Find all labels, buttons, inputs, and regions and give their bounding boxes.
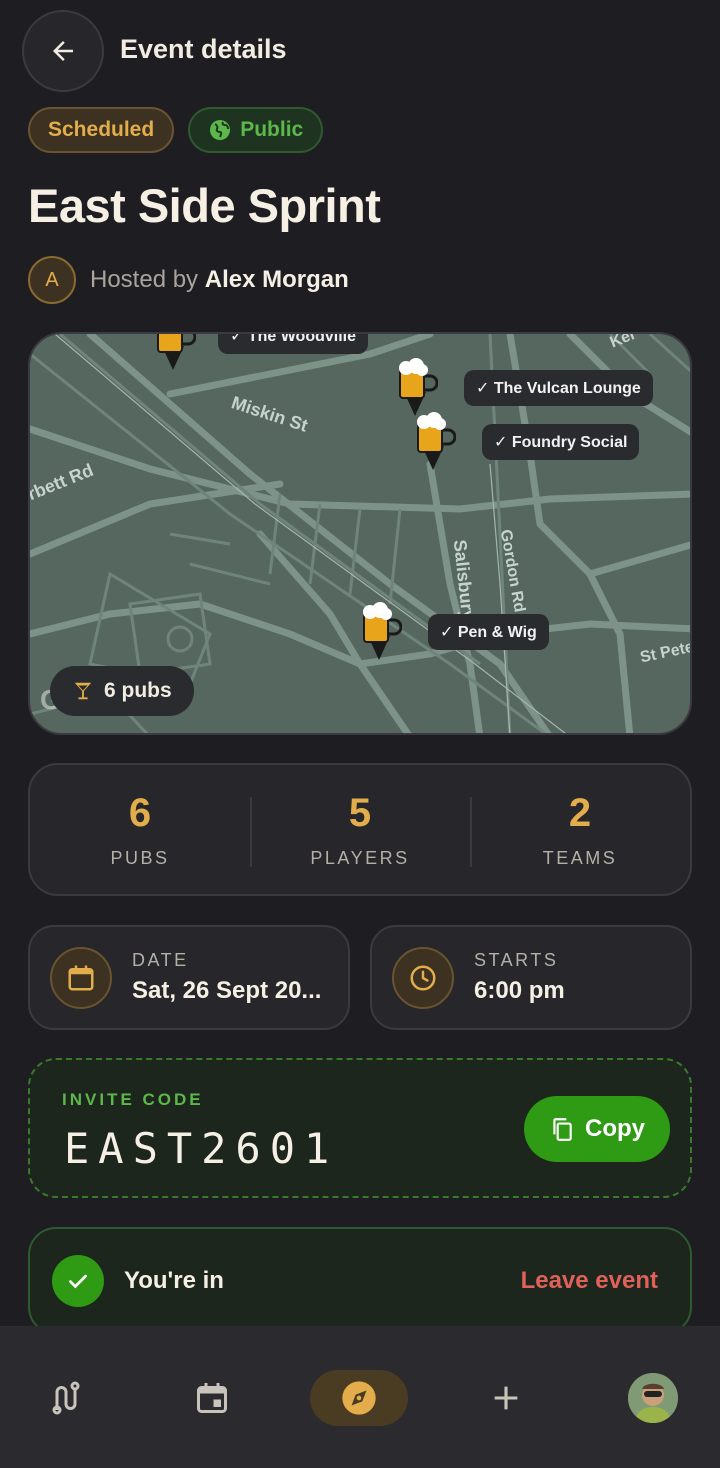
visibility-label: Public: [240, 118, 304, 141]
clock-icon-badge: [392, 946, 454, 1009]
invite-code-label: INVITE CODE: [62, 1090, 204, 1109]
route-icon: [52, 1381, 80, 1415]
top-app-bar: Event details: [0, 0, 720, 100]
nav-explore[interactable]: [310, 1370, 408, 1426]
status-badges: Scheduled Public: [28, 107, 324, 153]
stat-players: 5 PLAYERS: [250, 765, 470, 894]
stat-label: PUBS: [110, 847, 170, 868]
globe-icon: [210, 120, 231, 140]
calendar-icon: [197, 1383, 227, 1413]
calendar-icon: [68, 965, 94, 990]
event-title: East Side Sprint: [28, 179, 381, 232]
date-value: Sat, 26 Sept 20...: [132, 977, 322, 1004]
bottom-navigation: [0, 1326, 720, 1468]
back-button[interactable]: [22, 10, 104, 92]
copy-icon: [553, 1118, 572, 1141]
start-time-card: STARTS 6:00 pm: [370, 925, 692, 1030]
pub-label-pen-wig[interactable]: ✓ Pen & Wig: [428, 614, 549, 650]
host-prefix: Hosted by: [90, 266, 199, 293]
arrow-left-icon: [53, 41, 73, 61]
calendar-icon-badge: [50, 946, 112, 1009]
cocktail-icon: [74, 682, 92, 700]
nav-events[interactable]: [163, 1370, 261, 1426]
beer-pin-icon[interactable]: [150, 332, 196, 370]
beer-pin-icon[interactable]: [392, 356, 438, 416]
starts-label: STARTS: [474, 950, 559, 970]
pub-count-label: 6 pubs: [104, 679, 172, 702]
invite-code-value: EAST2601: [64, 1124, 339, 1173]
nav-routes[interactable]: [17, 1370, 115, 1426]
status-badge: Scheduled: [28, 107, 175, 153]
profile-avatar: [628, 1373, 678, 1423]
leave-event-button[interactable]: Leave event: [521, 1267, 658, 1295]
plus-icon: [494, 1386, 518, 1410]
host-avatar: A: [28, 256, 76, 304]
beer-pin-icon[interactable]: [356, 600, 402, 660]
pub-count-chip: 6 pubs: [50, 666, 194, 716]
pub-label-vulcan-lounge[interactable]: ✓ The Vulcan Lounge: [464, 370, 653, 406]
host-text: Hosted by Alex Morgan: [90, 266, 349, 294]
page-title: Event details: [120, 34, 287, 64]
stat-value: 6: [128, 790, 152, 835]
host-name: Alex Morgan: [204, 266, 349, 293]
check-icon: [52, 1255, 104, 1307]
stats-card: 6 PUBS 5 PLAYERS 2 TEAMS: [28, 763, 692, 896]
nav-create[interactable]: [457, 1370, 555, 1426]
host-row: A Hosted by Alex Morgan: [28, 256, 349, 304]
beer-pin-icon[interactable]: [410, 410, 456, 470]
membership-card: You're in Leave event: [28, 1227, 692, 1335]
invite-code-card: INVITE CODE EAST2601 Copy: [28, 1058, 692, 1198]
nav-profile[interactable]: [604, 1370, 702, 1426]
copy-button[interactable]: Copy: [524, 1096, 670, 1162]
stat-label: TEAMS: [542, 847, 618, 868]
stat-label: PLAYERS: [310, 847, 410, 868]
date-label: DATE: [132, 950, 189, 970]
route-map[interactable]: Miskin St rbett Rd Salisbury Rd Gordon R…: [28, 332, 692, 735]
stat-teams: 2 TEAMS: [470, 765, 690, 894]
date-card: DATE Sat, 26 Sept 20...: [28, 925, 350, 1030]
starts-value: 6:00 pm: [474, 977, 565, 1004]
stat-value: 2: [568, 790, 592, 835]
stat-pubs: 6 PUBS: [30, 765, 250, 894]
stat-value: 5: [348, 790, 372, 835]
compass-icon: [342, 1381, 376, 1415]
membership-status: You're in: [124, 1267, 224, 1294]
clock-icon: [410, 965, 436, 990]
visibility-badge: Public: [188, 107, 324, 153]
copy-label: Copy: [585, 1115, 645, 1142]
pub-label-foundry-social[interactable]: ✓ Foundry Social: [482, 424, 640, 460]
pub-label-woodville[interactable]: ✓ The Woodville: [218, 334, 369, 354]
